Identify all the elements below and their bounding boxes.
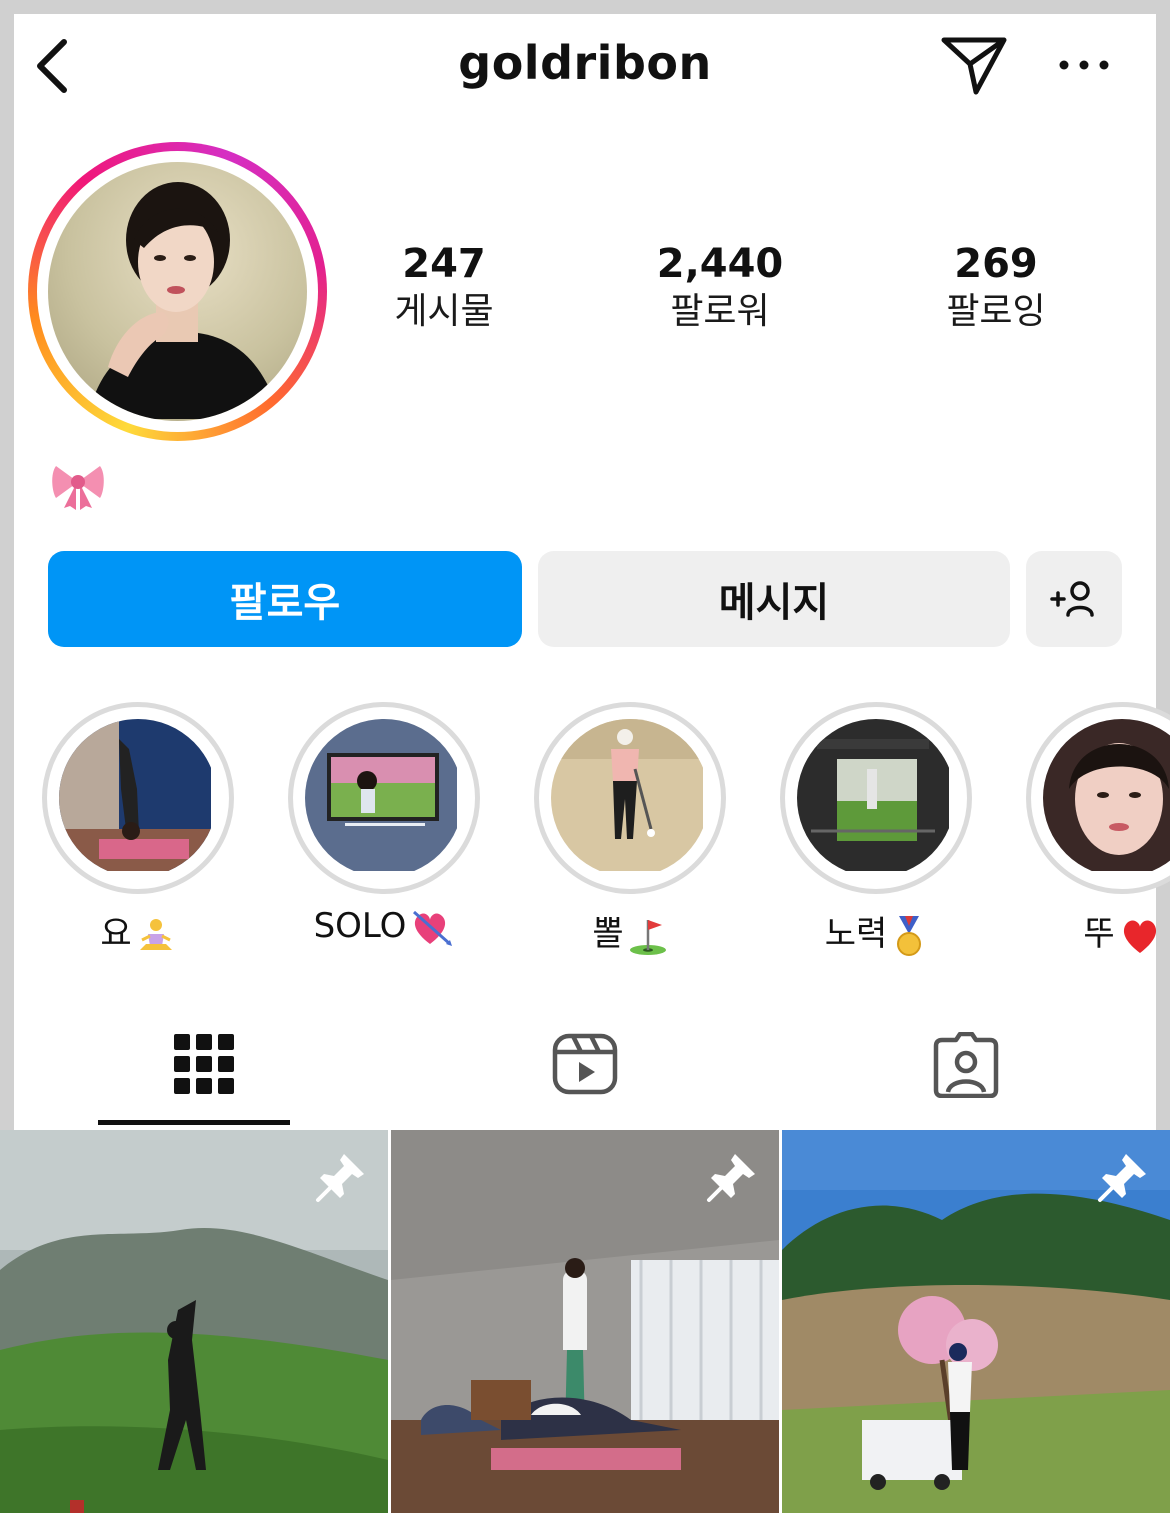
profile-avatar-story-ring[interactable] — [28, 142, 327, 441]
highlight-item[interactable]: SOLO — [288, 702, 480, 946]
reels-tab[interactable] — [395, 1024, 775, 1128]
highlight-label: 요 — [2, 906, 274, 956]
message-button[interactable]: 메시지 — [538, 551, 1010, 647]
stat-followers[interactable]: 2,440 팔로워 — [620, 242, 820, 334]
highlight-label: SOLO — [248, 906, 520, 948]
add-person-icon — [1050, 581, 1094, 617]
highlight-item[interactable]: 뽈 — [534, 702, 726, 955]
post-grid — [0, 1130, 1170, 1513]
reels-icon — [552, 1033, 618, 1095]
active-tab-indicator — [98, 1120, 290, 1125]
highlight-item[interactable]: 노력 — [780, 702, 972, 956]
follow-button[interactable]: 팔로우 — [48, 551, 522, 647]
highlight-item[interactable]: 요 — [42, 702, 234, 954]
profile-avatar — [48, 162, 307, 421]
stat-following[interactable]: 269 팔로잉 — [896, 242, 1096, 334]
stat-following-value: 269 — [954, 241, 1038, 287]
stat-followers-value: 2,440 — [656, 241, 784, 287]
add-user-button[interactable] — [1026, 551, 1122, 647]
highlight-cover-image — [551, 719, 709, 877]
highlight-cover-image — [59, 719, 217, 877]
meditation-person-emoji — [139, 918, 172, 950]
highlight-cover-image — [1043, 719, 1170, 877]
highlight-cover-image — [305, 719, 463, 877]
stat-posts[interactable]: 247 게시물 — [344, 242, 544, 334]
tagged-person-icon — [933, 1032, 999, 1098]
stat-following-label: 팔로잉 — [946, 291, 1046, 332]
pin-icon — [316, 1154, 364, 1202]
highlight-label: 뚜 — [986, 906, 1170, 956]
grid-tab[interactable] — [14, 1024, 394, 1128]
pin-icon — [707, 1154, 755, 1202]
stat-posts-label: 게시물 — [394, 291, 494, 332]
highlight-label: 노력 — [740, 906, 1012, 958]
red-heart-emoji — [1123, 919, 1156, 953]
stat-followers-label: 팔로워 — [670, 291, 770, 332]
paper-plane-send-icon[interactable] — [938, 34, 1010, 98]
tagged-tab[interactable] — [776, 1024, 1156, 1128]
highlight-label: 뽈 — [494, 906, 766, 956]
more-ellipsis-icon[interactable] — [1054, 50, 1114, 80]
golf-flag-emoji — [629, 919, 666, 955]
grid-icon — [174, 1034, 234, 1094]
medal-emoji — [897, 915, 922, 956]
highlight-item[interactable]: 뚜 — [1026, 702, 1170, 954]
post-tile[interactable] — [391, 1130, 779, 1513]
pin-icon — [1098, 1154, 1146, 1202]
highlight-cover-image — [797, 719, 955, 877]
heart-with-arrow-emoji — [413, 910, 453, 946]
profile-screen: goldribon 247 게시물 2,440 팔로워 269 팔로잉 팔로우 … — [0, 14, 1170, 1513]
ribbon-bow-emoji — [52, 466, 104, 510]
post-tile[interactable] — [782, 1130, 1170, 1513]
post-tile[interactable] — [0, 1130, 388, 1513]
stat-posts-value: 247 — [402, 241, 486, 287]
